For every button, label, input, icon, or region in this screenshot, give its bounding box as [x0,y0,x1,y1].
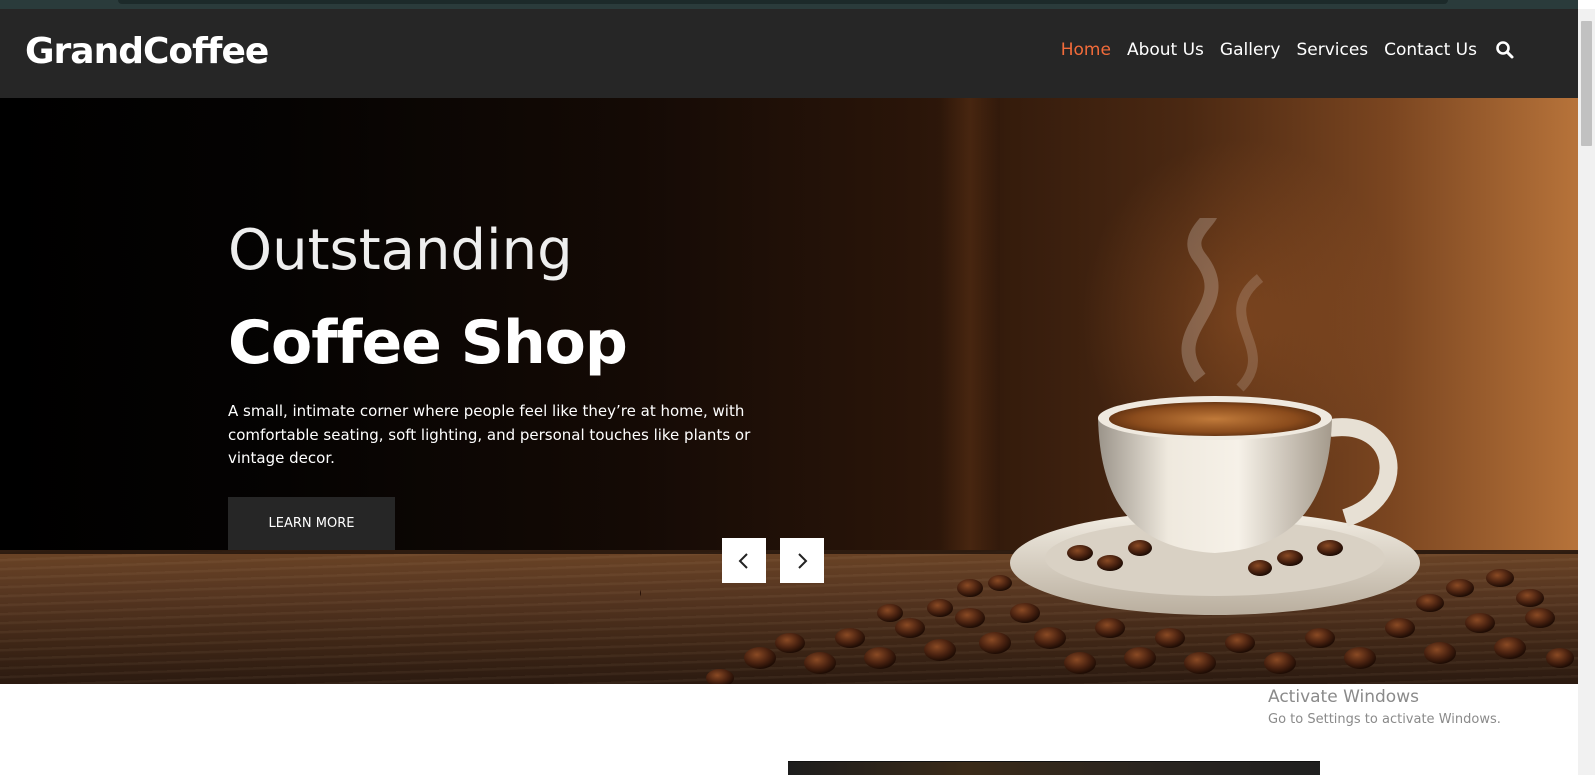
nav-item-services[interactable]: Services [1296,40,1368,60]
chevron-right-icon [798,552,808,569]
hero-slider: Outstanding Coffee Shop A small, intimat… [0,98,1578,684]
page-scrollbar[interactable] [1578,9,1595,775]
site-logo[interactable]: GrandCoffee [25,31,269,72]
site-header: GrandCoffee Home About Us Gallery Servic… [0,9,1578,98]
browser-top-strip [0,0,1578,9]
hero-title: Coffee Shop [228,308,628,378]
learn-more-button[interactable]: LEARN MORE [228,497,395,550]
nav-item-contact-us[interactable]: Contact Us [1384,40,1477,60]
search-icon[interactable] [1495,40,1515,60]
nav-item-about-us[interactable]: About Us [1127,40,1204,60]
windows-activation-watermark: Activate Windows Go to Settings to activ… [1268,686,1501,730]
slider-next-button[interactable] [780,538,824,583]
browser-tab-bar [118,0,1448,4]
slider-prev-button[interactable] [722,538,766,583]
watermark-title: Activate Windows [1268,687,1419,707]
chevron-left-icon [738,552,748,569]
scrollbar-thumb[interactable] [1581,21,1592,146]
nav-item-gallery[interactable]: Gallery [1220,40,1281,60]
section-image-top-edge [788,761,1320,775]
main-nav: Home About Us Gallery Services Contact U… [1061,40,1515,60]
hero-content: Outstanding Coffee Shop A small, intimat… [228,216,788,471]
nav-item-home[interactable]: Home [1061,40,1111,60]
watermark-subtitle: Go to Settings to activate Windows. [1268,712,1501,727]
hero-description: A small, intimate corner where people fe… [228,402,751,467]
hero-subtitle: Outstanding [228,218,573,283]
